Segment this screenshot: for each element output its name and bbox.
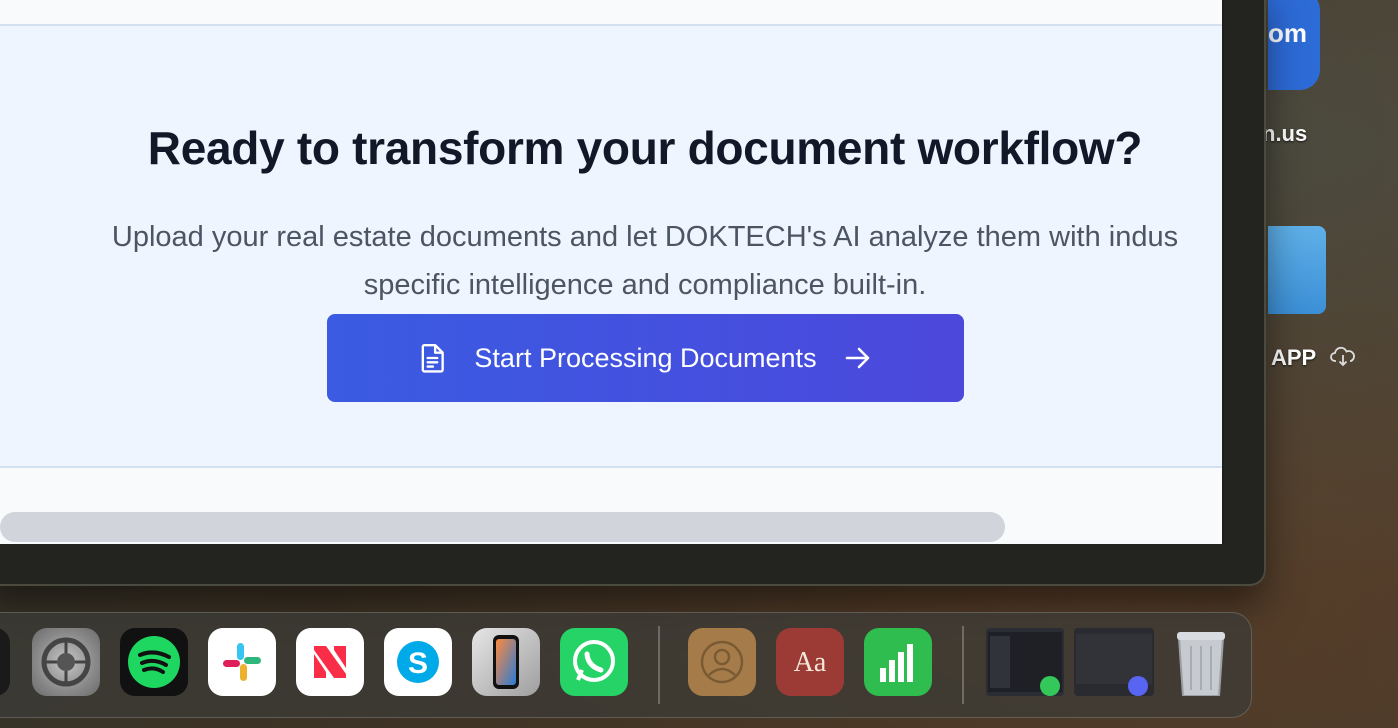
start-processing-label: Start Processing Documents bbox=[474, 342, 817, 373]
discord-window-thumbnail[interactable] bbox=[1074, 628, 1154, 696]
dictionary-icon[interactable]: Aa bbox=[776, 628, 844, 696]
trash-icon[interactable] bbox=[1168, 628, 1234, 696]
cta-description-line-2: specific intelligence and compliance bui… bbox=[363, 269, 927, 301]
contacts-icon[interactable] bbox=[688, 628, 756, 696]
dock-app-partial[interactable] bbox=[0, 628, 10, 696]
news-icon[interactable] bbox=[296, 628, 364, 696]
zoom-icon-text: om bbox=[1268, 18, 1307, 48]
cta-heading: Ready to transform your document workflo… bbox=[147, 122, 1143, 174]
messages-window-thumbnail[interactable] bbox=[986, 628, 1064, 696]
svg-text:S: S bbox=[408, 647, 428, 680]
folder-icon[interactable] bbox=[1268, 226, 1326, 314]
zoom-desktop-label: n.us bbox=[1262, 121, 1308, 146]
slack-icon[interactable] bbox=[208, 628, 276, 696]
iphone-mirroring-icon[interactable] bbox=[472, 628, 540, 696]
skype-icon[interactable]: S bbox=[384, 628, 452, 696]
svg-text:Aa: Aa bbox=[794, 647, 827, 678]
page-viewport: Ready to transform your document workflo… bbox=[0, 0, 1224, 544]
document-icon bbox=[422, 343, 445, 373]
app-desktop-label: APP bbox=[1271, 345, 1317, 370]
zoom-desktop-icon[interactable]: om bbox=[1268, 0, 1320, 90]
previous-section bbox=[0, 0, 1222, 26]
cta-section: Ready to transform your document workflo… bbox=[0, 26, 1222, 468]
dock-separator bbox=[658, 626, 660, 704]
system-settings-icon[interactable] bbox=[32, 628, 100, 696]
spotify-icon[interactable] bbox=[120, 628, 188, 696]
browser-window: Ready to transform your document workflo… bbox=[0, 0, 1264, 584]
icloud-download-icon bbox=[1330, 346, 1355, 367]
arrow-right-icon bbox=[845, 347, 869, 369]
cta-description-line-1: Upload your real estate documents and le… bbox=[111, 221, 1179, 253]
numbers-icon[interactable] bbox=[864, 628, 932, 696]
horizontal-scrollbar-thumb[interactable] bbox=[0, 512, 1005, 542]
whatsapp-icon[interactable] bbox=[560, 628, 628, 696]
cta-description: Upload your real estate documents and le… bbox=[0, 213, 1222, 309]
dock-separator-2 bbox=[962, 626, 964, 704]
start-processing-button[interactable]: Start Processing Documents bbox=[327, 314, 964, 402]
